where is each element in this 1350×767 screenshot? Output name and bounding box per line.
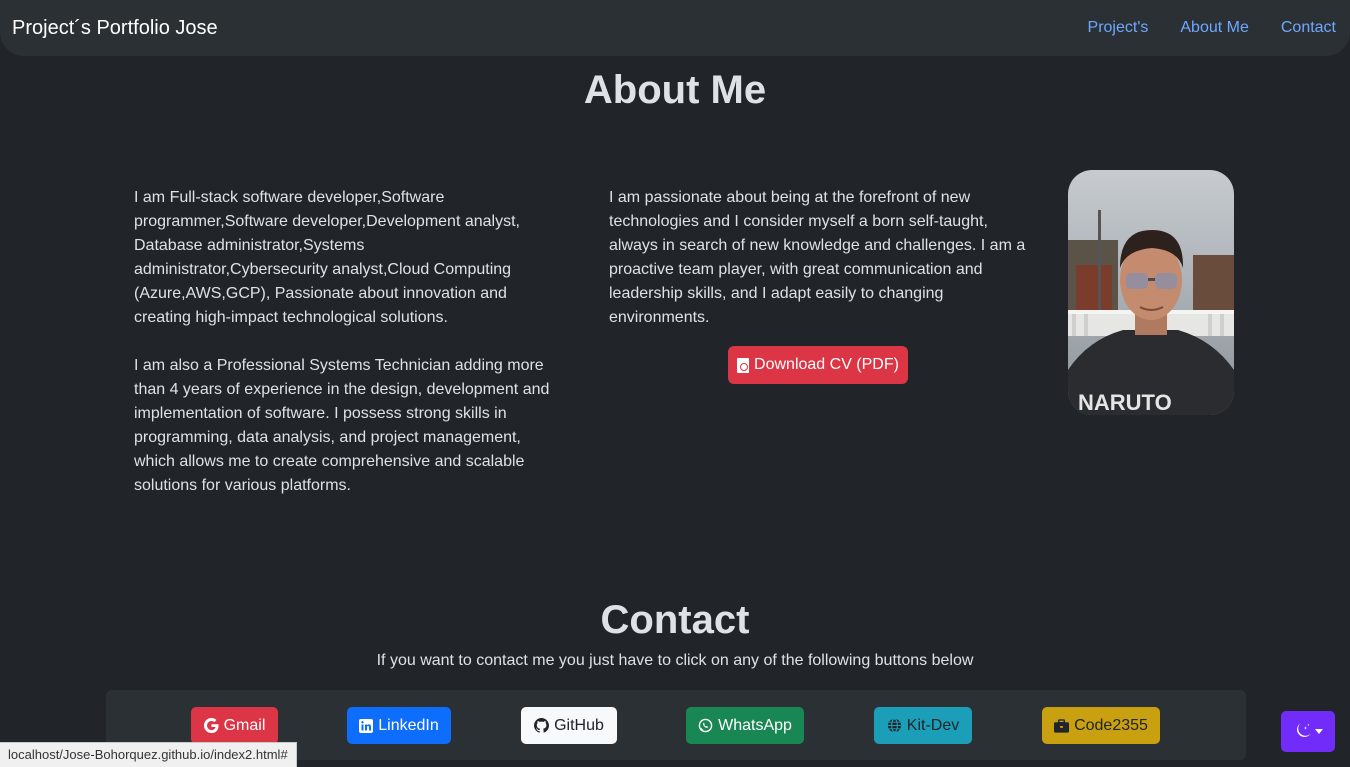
gmail-button[interactable]: Gmail [191,707,278,744]
linkedin-label: LinkedIn [378,716,439,734]
svg-text:NARUTO: NARUTO [1078,390,1172,415]
profile-photo: NARUTO [1068,170,1234,415]
caret-down-icon [1314,729,1323,734]
briefcase-icon [1054,718,1070,733]
nav-link-about[interactable]: About Me [1164,19,1264,37]
navbar: Project´s Portfolio Jose Project's About… [0,0,1350,56]
nav-link-projects[interactable]: Project's [1072,19,1165,37]
nav-links: Project's About Me Contact [1072,19,1338,37]
github-icon [534,718,550,733]
status-bar-url: localhost/Jose-Bohorquez.github.io/index… [0,742,297,767]
contact-subtitle: If you want to contact me you just have … [376,652,974,669]
whatsapp-icon [698,718,713,733]
github-button[interactable]: GitHub [521,707,617,744]
linkedin-button[interactable]: LinkedIn [347,707,451,744]
about-paragraph-experience: I am also a Professional Systems Technic… [134,357,550,494]
about-title: About Me [583,68,767,112]
code2355-button[interactable]: Code2355 [1042,707,1160,744]
theme-toggle-button[interactable] [1281,711,1335,752]
linkedin-icon [359,718,374,733]
code2355-label: Code2355 [1074,716,1148,734]
about-paragraph-roles: I am Full-stack software developer,Softw… [134,189,520,326]
download-cv-label: Download CV (PDF) [754,356,899,373]
profile-photo-image: NARUTO [1068,170,1234,415]
about-paragraph-passion: I am passionate about being at the foref… [609,189,1026,326]
moon-stars-icon [1294,723,1311,740]
google-icon [203,718,219,733]
navbar-brand[interactable]: Project´s Portfolio Jose [12,17,218,40]
gmail-label: Gmail [223,716,266,734]
file-pdf-icon [737,357,750,373]
github-label: GitHub [554,716,604,734]
download-cv-button[interactable]: Download CV (PDF) [728,346,908,384]
whatsapp-button[interactable]: WhatsApp [686,707,804,744]
kit-dev-button[interactable]: Kit-Dev [874,707,972,744]
nav-link-contact[interactable]: Contact [1265,19,1338,37]
globe-icon [887,718,902,733]
whatsapp-label: WhatsApp [718,716,792,734]
contact-title: Contact [600,598,750,642]
kit-dev-label: Kit-Dev [906,716,960,734]
